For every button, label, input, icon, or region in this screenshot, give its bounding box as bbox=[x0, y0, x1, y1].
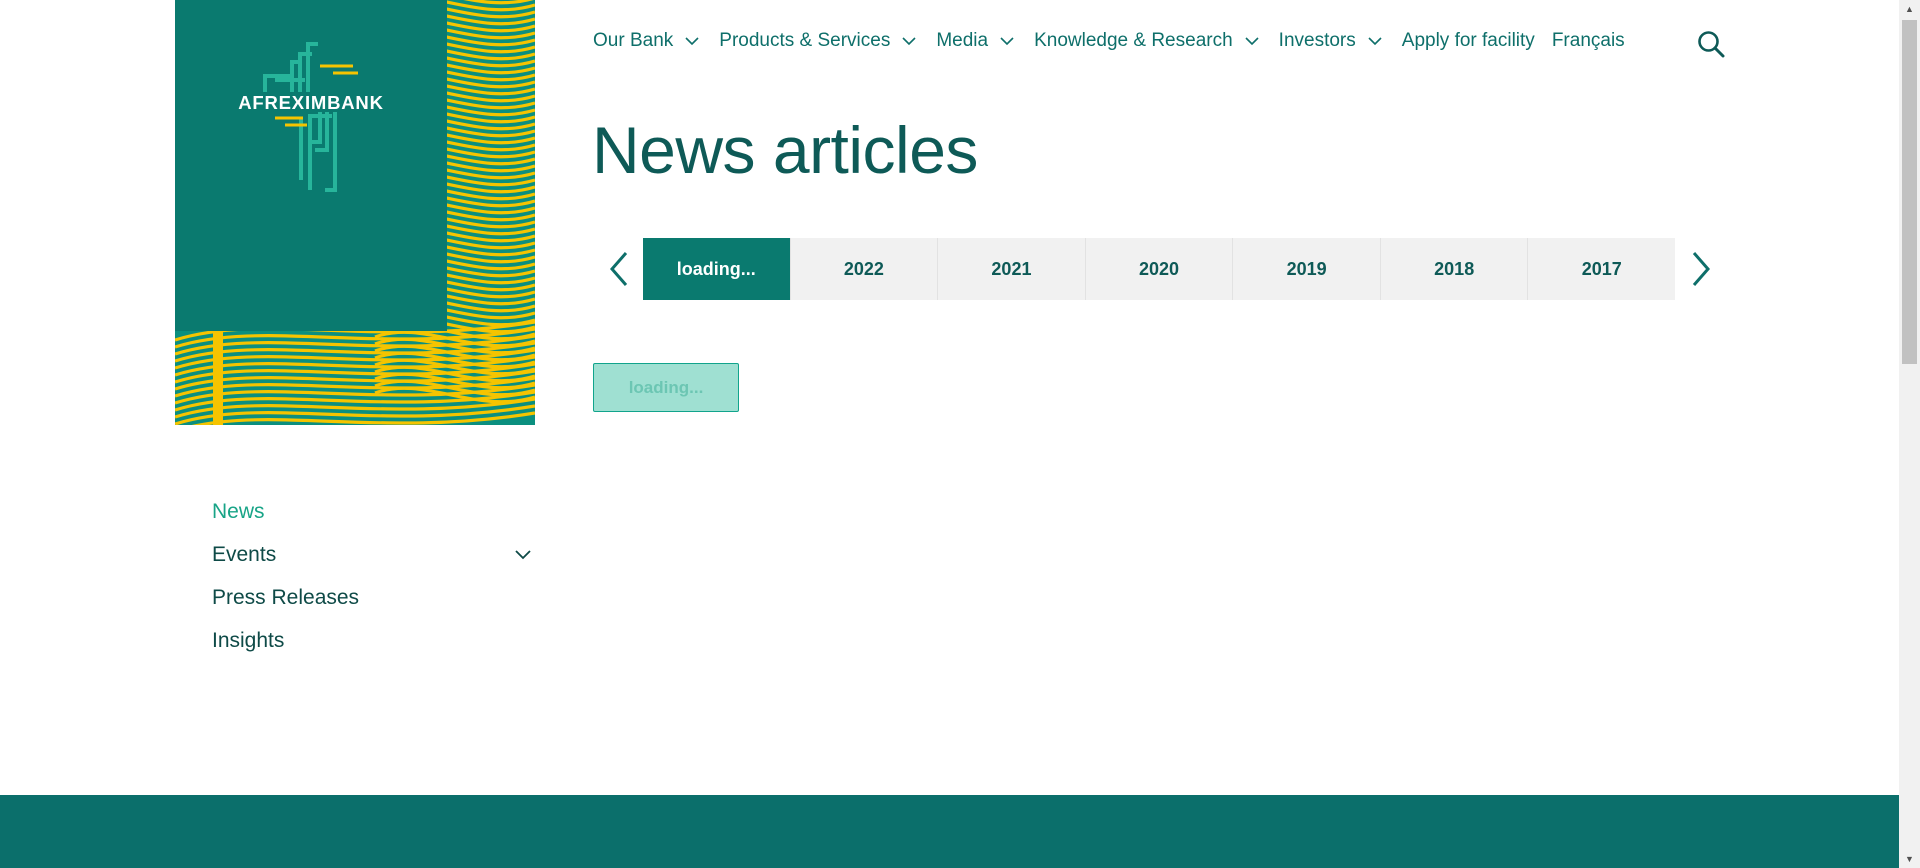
year-tab-2020[interactable]: 2020 bbox=[1086, 238, 1234, 300]
sidenav-item-press-releases[interactable]: Press Releases bbox=[212, 586, 534, 629]
chevron-left-icon[interactable] bbox=[606, 249, 632, 289]
logo-text: AFREXIMBANK bbox=[238, 92, 384, 113]
nav-label: Media bbox=[936, 30, 989, 51]
chevron-down-icon bbox=[1000, 37, 1014, 46]
sidenav-item-insights[interactable]: Insights bbox=[212, 629, 534, 672]
scroll-down-icon[interactable]: ▼ bbox=[1899, 850, 1920, 868]
search-icon[interactable] bbox=[1697, 30, 1725, 58]
scrollbar[interactable]: ▲ ▼ bbox=[1899, 0, 1920, 868]
year-tab-2019[interactable]: 2019 bbox=[1233, 238, 1381, 300]
footer bbox=[0, 795, 1899, 868]
top-navigation: Our Bank Products & Services Media Knowl… bbox=[593, 30, 1642, 52]
sidenav-item-news[interactable]: News bbox=[212, 500, 534, 543]
nav-label: Français bbox=[1551, 30, 1625, 51]
year-tabs: loading... 2022 2021 2020 2019 2018 2017 bbox=[643, 238, 1675, 300]
chevron-down-icon[interactable] bbox=[515, 549, 531, 561]
nav-label: Apply for facility bbox=[1401, 30, 1535, 51]
nav-knowledge-research[interactable]: Knowledge & Research bbox=[1034, 30, 1259, 52]
nav-language-french[interactable]: Français bbox=[1552, 30, 1625, 52]
loading-button[interactable]: loading... bbox=[593, 363, 739, 412]
logo[interactable]: AFREXIMBANK bbox=[175, 0, 447, 331]
sidenav-item-label: Events bbox=[212, 543, 277, 566]
nav-apply-for-facility[interactable]: Apply for facility bbox=[1402, 30, 1535, 52]
nav-investors[interactable]: Investors bbox=[1279, 30, 1382, 52]
year-tab-2021[interactable]: 2021 bbox=[938, 238, 1086, 300]
scroll-up-icon[interactable]: ▲ bbox=[1899, 0, 1920, 18]
side-navigation: News Events Press Releases Insights bbox=[212, 500, 534, 672]
sidenav-item-events[interactable]: Events bbox=[212, 543, 534, 586]
nav-label: Investors bbox=[1278, 30, 1356, 51]
nav-label: Knowledge & Research bbox=[1034, 30, 1233, 51]
chevron-down-icon bbox=[1368, 37, 1382, 46]
nav-label: Products & Services bbox=[719, 30, 891, 51]
chevron-down-icon bbox=[1245, 37, 1259, 46]
logo-mark-icon bbox=[263, 42, 358, 192]
chevron-down-icon bbox=[902, 37, 916, 46]
year-tab-2017[interactable]: 2017 bbox=[1528, 238, 1675, 300]
chevron-right-icon[interactable] bbox=[1688, 249, 1714, 289]
year-tab-loading[interactable]: loading... bbox=[643, 238, 791, 300]
scrollbar-thumb[interactable] bbox=[1902, 20, 1917, 364]
nav-products-services[interactable]: Products & Services bbox=[719, 30, 916, 52]
year-tab-2022[interactable]: 2022 bbox=[791, 238, 939, 300]
nav-media[interactable]: Media bbox=[936, 30, 1014, 52]
year-tab-2018[interactable]: 2018 bbox=[1381, 238, 1529, 300]
chevron-down-icon bbox=[685, 37, 699, 46]
nav-our-bank[interactable]: Our Bank bbox=[593, 30, 699, 52]
nav-label: Our Bank bbox=[593, 30, 674, 51]
page-title: News articles bbox=[592, 113, 978, 187]
